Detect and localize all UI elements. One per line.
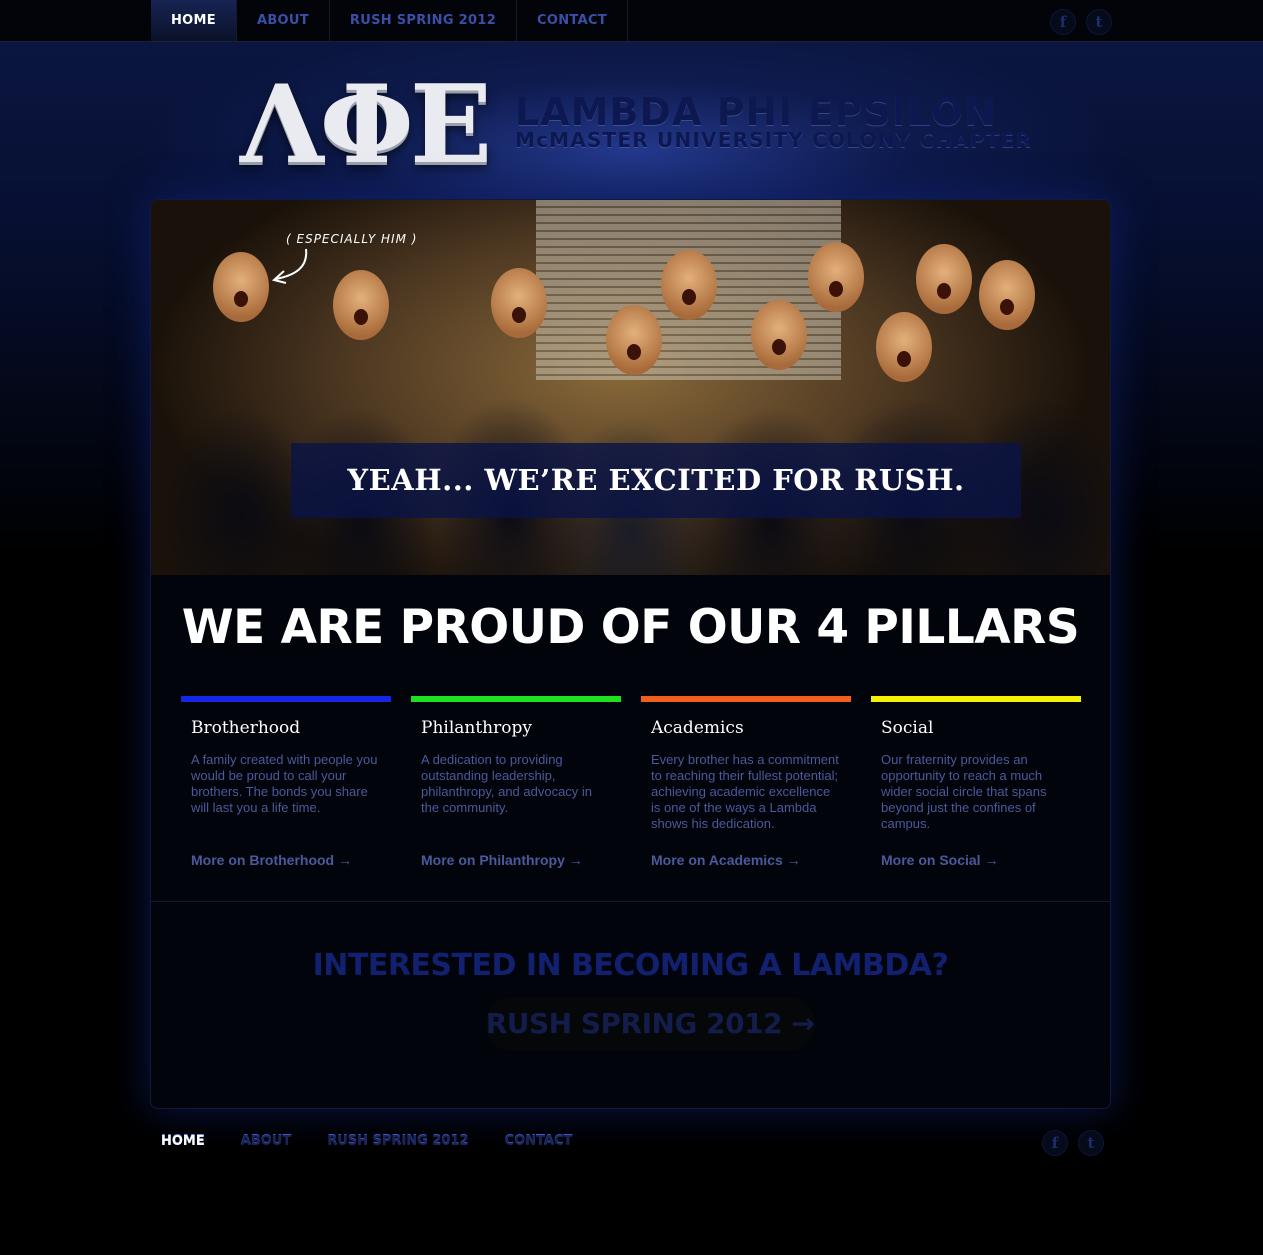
face xyxy=(213,252,269,322)
section-divider xyxy=(151,901,1110,902)
nav-about[interactable]: ABOUT xyxy=(237,0,330,41)
pillar-title: Philanthropy xyxy=(421,718,532,738)
more-on-philanthropy-link[interactable]: More on Philanthropy → xyxy=(421,852,583,868)
top-navigation-bar: HOME ABOUT RUSH SPRING 2012 CONTACT f t xyxy=(0,0,1263,42)
pillar-color-bar xyxy=(181,696,391,702)
pillar-color-bar xyxy=(871,696,1081,702)
footer-nav-rush-spring-2012[interactable]: RUSH SPRING 2012 xyxy=(327,1134,468,1149)
face xyxy=(876,312,932,382)
pillar-title: Social xyxy=(881,718,934,738)
hero-photo: ( ESPECIALLY HIM ) YEAH... WE’RE EXCITED… xyxy=(151,200,1110,575)
face xyxy=(333,270,389,340)
footer-nav: HOME ABOUT RUSH SPRING 2012 CONTACT xyxy=(161,1134,608,1149)
site-title: LAMBDA PHI EPSILON xyxy=(515,90,997,134)
face xyxy=(661,250,717,320)
footer-nav-contact[interactable]: CONTACT xyxy=(505,1134,573,1149)
pillar-description: A dedication to providing outstanding le… xyxy=(421,752,593,815)
footer-nav-home[interactable]: HOME xyxy=(161,1134,205,1149)
main-content-panel: ( ESPECIALLY HIM ) YEAH... WE’RE EXCITED… xyxy=(150,199,1111,1109)
face xyxy=(606,305,662,375)
nav-home[interactable]: HOME xyxy=(151,0,237,41)
hero-callout: ( ESPECIALLY HIM ) xyxy=(286,232,418,246)
footer-social-links: f t xyxy=(1042,1130,1104,1156)
pillar-color-bar xyxy=(641,696,851,702)
face xyxy=(916,244,972,314)
pillar-brotherhood: Brotherhood A family created with people… xyxy=(181,696,391,868)
pillar-academics: Academics Every brother has a commitment… xyxy=(641,696,851,868)
face xyxy=(979,260,1035,330)
social-links: f t xyxy=(1050,9,1112,35)
face xyxy=(751,300,807,370)
twitter-icon[interactable]: t xyxy=(1086,9,1112,35)
facebook-icon[interactable]: f xyxy=(1050,9,1076,35)
pillar-description: Every brother has a commitment to reachi… xyxy=(651,752,839,831)
more-on-academics-link[interactable]: More on Academics → xyxy=(651,852,801,868)
pillar-color-bar xyxy=(411,696,621,702)
hero-caption-banner: YEAH... WE’RE EXCITED FOR RUSH. xyxy=(291,443,1021,518)
face xyxy=(808,242,864,312)
pillar-social: Social Our fraternity provides an opport… xyxy=(871,696,1081,868)
main-nav: HOME ABOUT RUSH SPRING 2012 CONTACT xyxy=(151,0,628,41)
pillar-description: A family created with people you would b… xyxy=(191,752,378,815)
pillar-title: Brotherhood xyxy=(191,718,301,738)
twitter-icon[interactable]: t xyxy=(1078,1130,1104,1156)
pillar-philanthropy: Philanthropy A dedication to providing o… xyxy=(411,696,621,868)
face xyxy=(491,268,547,338)
cta-heading: INTERESTED IN BECOMING A LAMBDA? xyxy=(312,948,949,983)
pillar-title: Academics xyxy=(651,718,744,738)
rush-spring-2012-button[interactable]: RUSH SPRING 2012 → xyxy=(485,997,815,1051)
more-on-brotherhood-link[interactable]: More on Brotherhood → xyxy=(191,852,352,868)
hero-caption: YEAH... WE’RE EXCITED FOR RUSH. xyxy=(347,463,965,497)
nav-contact[interactable]: CONTACT xyxy=(517,0,628,41)
footer-nav-about[interactable]: ABOUT xyxy=(241,1134,291,1149)
pillars-heading: WE ARE PROUD OF OUR 4 PILLARS xyxy=(181,600,1080,655)
pillar-description: Our fraternity provides an opportunity t… xyxy=(881,752,1047,831)
more-on-social-link[interactable]: More on Social → xyxy=(881,852,998,868)
site-subtitle: McMASTER UNIVERSITY COLONY CHAPTER xyxy=(515,128,1033,152)
greek-letters-logo[interactable]: ΛΦΕ xyxy=(240,70,492,180)
nav-rush-spring-2012[interactable]: RUSH SPRING 2012 xyxy=(330,0,518,41)
facebook-icon[interactable]: f xyxy=(1042,1130,1068,1156)
callout-arrow-icon xyxy=(271,248,308,284)
